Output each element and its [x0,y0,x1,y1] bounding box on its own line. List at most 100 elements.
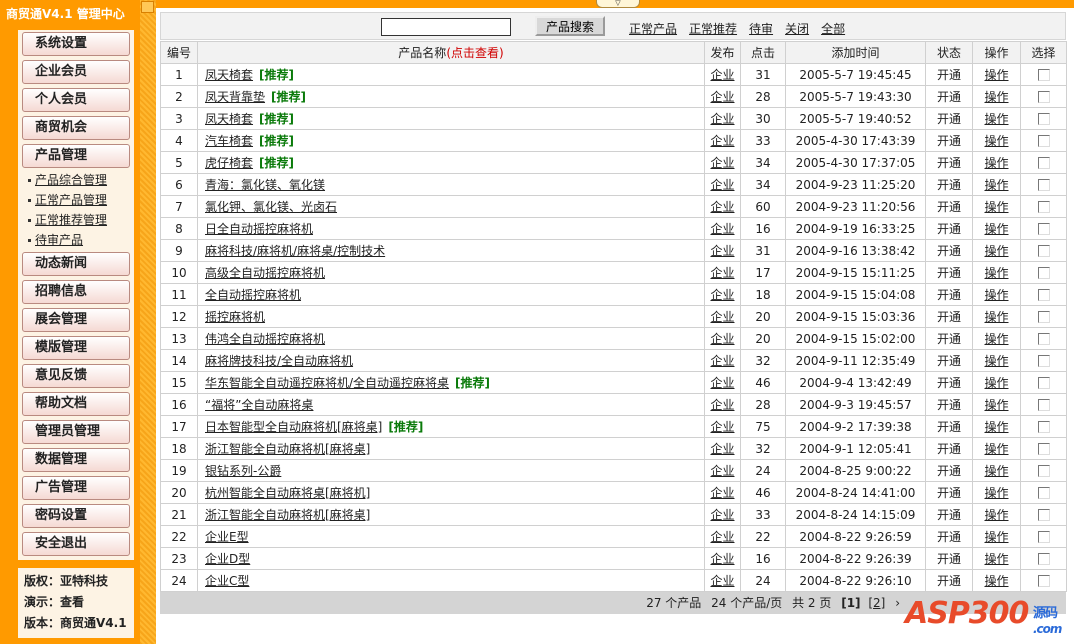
search-button[interactable]: 产品搜索 [535,16,605,36]
select-checkbox[interactable] [1037,355,1050,367]
select-checkbox[interactable] [1037,91,1050,103]
select-checkbox[interactable] [1037,531,1050,543]
operation-link[interactable]: 操作 [984,178,1008,192]
filter-link[interactable]: 关闭 [785,22,809,36]
collapse-up-icon[interactable] [141,1,154,13]
publisher-link[interactable]: 企业 [710,200,734,214]
sidebar-subitem[interactable]: 产品综合管理 [28,172,107,188]
publisher-link[interactable]: 企业 [710,310,734,324]
product-name-link[interactable]: 凤天背靠垫 [205,90,265,104]
product-name-link[interactable]: 凤天椅套 [205,68,253,82]
operation-link[interactable]: 操作 [984,354,1008,368]
publisher-link[interactable]: 企业 [710,398,734,412]
product-name-link[interactable]: 虎仔椅套 [205,156,253,170]
operation-link[interactable]: 操作 [984,90,1008,104]
operation-link[interactable]: 操作 [984,134,1008,148]
publisher-link[interactable]: 企业 [710,134,734,148]
product-name-link[interactable]: 银钻系列-公爵 [205,464,281,478]
product-name-link[interactable]: 企业C型 [205,574,249,588]
select-checkbox[interactable] [1037,377,1050,389]
product-name-link[interactable]: 企业E型 [205,530,249,544]
sidebar-subitem-link[interactable]: 正常推荐管理 [35,213,107,227]
sidebar-item[interactable]: 商贸机会 [22,116,130,140]
publisher-link[interactable]: 企业 [710,112,734,126]
operation-link[interactable]: 操作 [984,288,1008,302]
filter-link[interactable]: 正常产品 [629,22,677,36]
product-name-link[interactable]: 企业D型 [205,552,250,566]
select-checkbox[interactable] [1037,465,1050,477]
product-name-link[interactable]: “福将”全自动麻将桌 [205,398,313,412]
publisher-link[interactable]: 企业 [710,266,734,280]
publisher-link[interactable]: 企业 [710,156,734,170]
operation-link[interactable]: 操作 [984,398,1008,412]
product-name-link[interactable]: 浙江智能全自动麻将机[麻将桌] [205,508,370,522]
select-checkbox[interactable] [1037,157,1050,169]
sidebar-item[interactable]: 密码设置 [22,504,130,528]
operation-link[interactable]: 操作 [984,200,1008,214]
select-checkbox[interactable] [1037,553,1050,565]
select-checkbox[interactable] [1037,509,1050,521]
operation-link[interactable]: 操作 [984,244,1008,258]
publisher-link[interactable]: 企业 [710,68,734,82]
product-name-link[interactable]: 全自动摇控麻将机 [205,288,301,302]
product-name-link[interactable]: 麻将科技/麻将机/麻将桌/控制技术 [205,244,385,258]
publisher-link[interactable]: 企业 [710,442,734,456]
publisher-link[interactable]: 企业 [710,552,734,566]
operation-link[interactable]: 操作 [984,332,1008,346]
sidebar-subitem-link[interactable]: 产品综合管理 [35,173,107,187]
sidebar-item[interactable]: 广告管理 [22,476,130,500]
sidebar-item[interactable]: 个人会员 [22,88,130,112]
sidebar-item[interactable]: 产品管理 [22,144,130,168]
publisher-link[interactable]: 企业 [710,376,734,390]
publisher-link[interactable]: 企业 [710,178,734,192]
sidebar-subitem[interactable]: 正常推荐管理 [28,212,107,228]
publisher-link[interactable]: 企业 [710,244,734,258]
operation-link[interactable]: 操作 [984,486,1008,500]
select-checkbox[interactable] [1037,113,1050,125]
sidebar-item[interactable]: 帮助文档 [22,392,130,416]
product-name-link[interactable]: 高级全自动摇控麻将机 [205,266,325,280]
select-checkbox[interactable] [1037,575,1050,587]
select-checkbox[interactable] [1037,311,1050,323]
select-checkbox[interactable] [1037,487,1050,499]
sidebar-subitem[interactable]: 待审产品 [28,232,83,248]
sidebar-item[interactable]: 招聘信息 [22,280,130,304]
operation-link[interactable]: 操作 [984,442,1008,456]
sidebar-item[interactable]: 企业会员 [22,60,130,84]
operation-link[interactable]: 操作 [984,376,1008,390]
operation-link[interactable]: 操作 [984,68,1008,82]
select-checkbox[interactable] [1037,421,1050,433]
sidebar-item[interactable]: 动态新闻 [22,252,130,276]
product-name-link[interactable]: 华东智能全自动遥控麻将机/全自动遥控麻将桌 [205,376,449,390]
product-name-link[interactable]: 日全自动摇控麻将机 [205,222,313,236]
operation-link[interactable]: 操作 [984,464,1008,478]
sidebar-item[interactable]: 展会管理 [22,308,130,332]
next-page-icon[interactable]: › [895,596,900,610]
sidebar-item[interactable]: 数据管理 [22,448,130,472]
publisher-link[interactable]: 企业 [710,90,734,104]
operation-link[interactable]: 操作 [984,266,1008,280]
sidebar-subitem-link[interactable]: 正常产品管理 [35,193,107,207]
publisher-link[interactable]: 企业 [710,464,734,478]
select-checkbox[interactable] [1037,245,1050,257]
collapse-down-icon[interactable]: ▽ [596,0,640,8]
publisher-link[interactable]: 企业 [710,332,734,346]
select-checkbox[interactable] [1037,135,1050,147]
product-name-link[interactable]: 青海：氯化镁、氧化镁 [205,178,325,192]
select-checkbox[interactable] [1037,267,1050,279]
select-checkbox[interactable] [1037,289,1050,301]
product-name-link[interactable]: 杭州智能全自动麻将桌[麻将机] [205,486,370,500]
select-checkbox[interactable] [1037,179,1050,191]
publisher-link[interactable]: 企业 [710,574,734,588]
select-checkbox[interactable] [1037,443,1050,455]
sidebar-item[interactable]: 安全退出 [22,532,130,556]
product-name-link[interactable]: 凤天椅套 [205,112,253,126]
publisher-link[interactable]: 企业 [710,288,734,302]
publisher-link[interactable]: 企业 [710,222,734,236]
product-name-link[interactable]: 汽车椅套 [205,134,253,148]
sidebar-subitem-link[interactable]: 待审产品 [35,233,83,247]
sidebar-item[interactable]: 管理员管理 [22,420,130,444]
publisher-link[interactable]: 企业 [710,486,734,500]
sidebar-splitter[interactable] [140,0,156,644]
search-input[interactable] [381,18,511,36]
